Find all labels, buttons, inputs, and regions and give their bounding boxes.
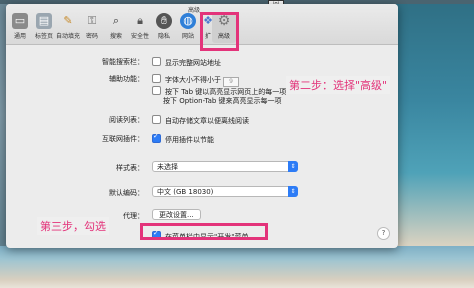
- tab-label: 通用: [13, 33, 26, 40]
- checkbox-box: [152, 132, 161, 143]
- accessibility-label: 辅助功能：: [109, 75, 144, 83]
- stop-plugins-checkbox[interactable]: 停用插件以节能: [152, 132, 214, 145]
- encoding-label: 默认编码：: [109, 189, 144, 197]
- select-value: 中文 (GB 18030): [157, 188, 214, 196]
- desktop-background-right: [396, 0, 474, 288]
- tab-label: 隐私: [157, 33, 170, 40]
- lock-icon: 🔒︎: [137, 14, 143, 27]
- encoding-select[interactable]: 中文 (GB 18030) ⇕: [152, 186, 298, 197]
- tab-general[interactable]: ▭ 通用: [8, 13, 32, 43]
- hand-icon: ✋︎: [156, 13, 172, 29]
- chevron-updown-icon: ⇕: [288, 186, 298, 197]
- checkbox-label: 自动存储文章以便离线阅读: [165, 117, 249, 125]
- plugins-label: 互联网插件：: [102, 135, 144, 143]
- select-value: 未选择: [157, 163, 178, 171]
- tab-label: 密码: [85, 33, 98, 40]
- tab-highlight-hint: 按下 Option-Tab 键来高亮显示每一项: [163, 97, 282, 105]
- step2-annotation: 第二步：选择"高级": [286, 76, 391, 94]
- stylesheet-select[interactable]: 未选择 ⇕: [152, 161, 298, 172]
- tab-security[interactable]: 🔒︎ 安全性: [128, 13, 152, 43]
- checkbox-label: 停用插件以节能: [165, 136, 214, 144]
- tab-autofill[interactable]: ✎ 自动填充: [56, 13, 80, 43]
- smart-search-label: 智能搜索栏：: [102, 58, 144, 66]
- tab-tabs[interactable]: ▤ 标签页: [32, 13, 56, 43]
- tab-privacy[interactable]: ✋︎ 隐私: [152, 13, 176, 43]
- globe-icon: ◍: [180, 13, 196, 29]
- change-settings-button[interactable]: 更改设置...: [152, 209, 201, 220]
- desktop-background-bottom: [0, 246, 474, 288]
- tab-passwords[interactable]: ⚿ 密码: [80, 13, 104, 43]
- checkbox-label: 字体大小不得小于: [165, 76, 221, 84]
- checkbox-box: [152, 74, 161, 83]
- pencil-icon: ✎: [63, 14, 73, 27]
- checkbox-label: 按下 Tab 键以高亮显示网页上的每一项: [165, 88, 287, 96]
- tab-label: 安全性: [130, 33, 149, 40]
- checkbox-box: [152, 86, 161, 95]
- chevron-updown-icon: ⇕: [288, 161, 298, 172]
- checkbox-box: [152, 115, 161, 124]
- tab-label: 标签页: [34, 33, 53, 40]
- tabs-icon: ▤: [36, 13, 52, 29]
- highlight-develop-checkbox: [140, 223, 268, 240]
- step3-annotation: 第三步，勾选: [37, 217, 109, 235]
- stylesheet-label: 样式表：: [116, 164, 144, 172]
- checkbox-label: 显示完整网站地址: [165, 59, 221, 67]
- tab-label: 自动填充: [56, 33, 81, 40]
- help-button[interactable]: ?: [377, 227, 390, 240]
- search-icon: ⌕: [112, 14, 120, 27]
- key-icon: ⚿: [87, 14, 97, 27]
- proxy-label: 代理：: [123, 212, 144, 220]
- checkbox-box: [152, 57, 161, 66]
- reading-list-checkbox[interactable]: 自动存储文章以便离线阅读: [152, 115, 249, 126]
- reading-list-label: 阅读列表：: [109, 116, 144, 124]
- highlight-advanced-tab: [200, 12, 239, 51]
- show-full-address-checkbox[interactable]: 显示完整网站地址: [152, 57, 221, 68]
- switch-icon: ▭: [12, 13, 28, 29]
- tab-label: 搜索: [109, 33, 122, 40]
- tab-search[interactable]: ⌕ 搜索: [104, 13, 128, 43]
